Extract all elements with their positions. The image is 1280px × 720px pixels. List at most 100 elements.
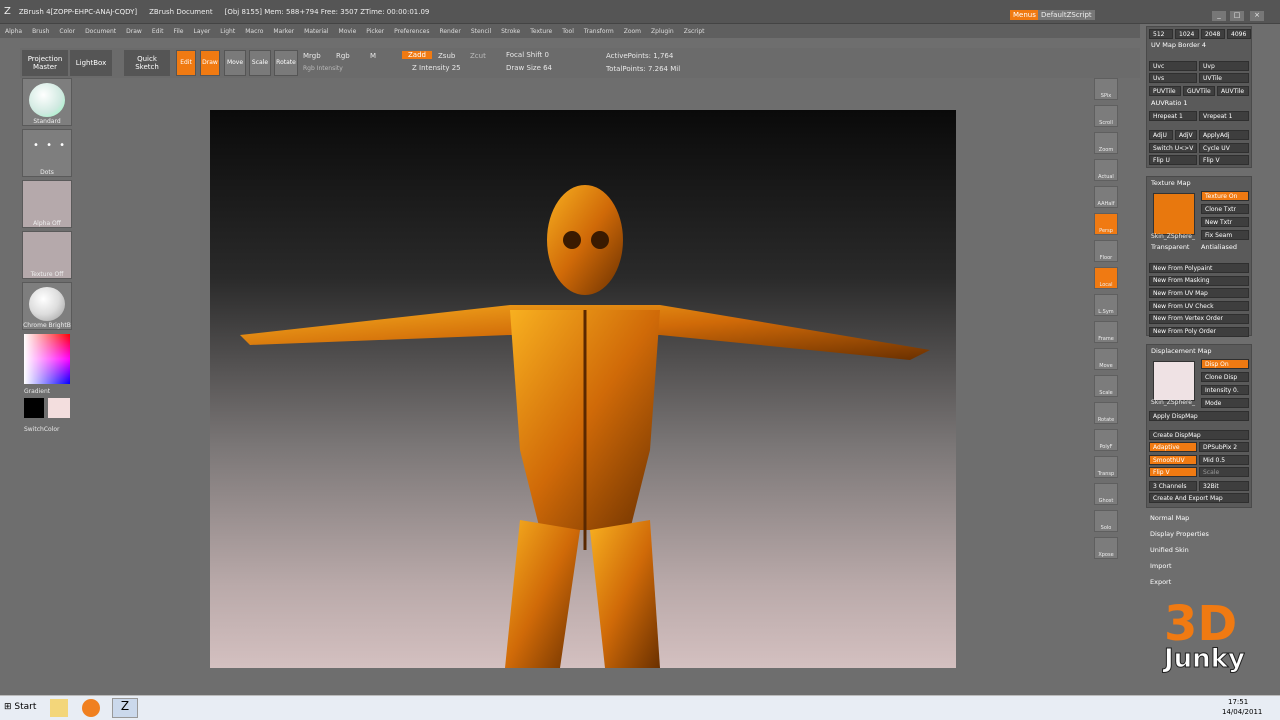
texture-on-button[interactable]: Texture On [1201,191,1249,201]
hrepeat-slider[interactable]: Hrepeat 1 [1149,111,1197,121]
mrgb-button[interactable]: Mrgb [303,52,321,60]
edit-button[interactable]: Edit [176,50,196,76]
dpsubpix-slider[interactable]: DPSubPix 2 [1199,442,1249,452]
close-icon[interactable]: × [1250,11,1264,21]
antialiased-button[interactable]: Antialiased [1201,243,1237,251]
rotate-button[interactable]: Rotate [274,50,298,76]
quick-sketch-button[interactable]: Quick Sketch [124,50,170,76]
uvp-button[interactable]: Uvp [1199,61,1249,71]
menu-texture[interactable]: Texture [530,28,552,35]
displacement-map-header[interactable]: Displacement Map [1151,347,1211,355]
subpanel-display-properties[interactable]: Display Properties [1150,530,1209,538]
menu-marker[interactable]: Marker [273,28,294,35]
auvratio-slider[interactable]: AUVRatio 1 [1151,99,1188,107]
draw-size-slider[interactable]: Draw Size 64 [506,64,552,72]
menu-layer[interactable]: Layer [194,28,211,35]
document-canvas[interactable] [210,110,956,668]
auvtile-button[interactable]: AUVTile [1217,86,1249,96]
z-intensity-slider[interactable]: Z Intensity 25 [412,64,461,72]
3-channels-button[interactable]: 3 Channels [1149,481,1197,491]
subpanel-import[interactable]: Import [1150,562,1172,570]
projection-master-button[interactable]: Projection Master [22,50,68,76]
32bit-button[interactable]: 32Bit [1199,481,1249,491]
flipv-button[interactable]: Flip V [1149,467,1197,477]
menu-light[interactable]: Light [220,28,235,35]
zcut-button[interactable]: Zcut [470,52,486,60]
explorer-icon[interactable] [50,699,68,717]
tool-scale[interactable]: Scale [1094,375,1118,397]
maximize-icon[interactable]: □ [1230,11,1244,21]
menu-preferences[interactable]: Preferences [394,28,429,35]
m-button[interactable]: M [370,52,376,60]
texture-new-from-masking[interactable]: New From Masking [1149,275,1249,286]
menu-material[interactable]: Material [304,28,328,35]
uvs-button[interactable]: Uvs [1149,73,1197,83]
menu-transform[interactable]: Transform [584,28,614,35]
stroke-dots-button[interactable]: • • • Dots [22,129,72,177]
menu-color[interactable]: Color [59,28,75,35]
scale-button[interactable]: Scale [249,50,271,76]
clone-disp-button[interactable]: Clone Disp [1201,372,1249,382]
smoothuv-button[interactable]: SmoothUV [1149,455,1197,465]
uv-map-border-slider[interactable]: UV Map Border 4 [1151,41,1206,49]
lightbox-button[interactable]: LightBox [70,50,112,76]
menu-draw[interactable]: Draw [126,28,142,35]
tool-scroll[interactable]: Scroll [1094,105,1118,127]
adju-slider[interactable]: AdjU [1149,130,1173,140]
tool-move[interactable]: Move [1094,348,1118,370]
menu-zplugin[interactable]: Zplugin [651,28,674,35]
draw-button[interactable]: Draw [200,50,220,76]
menu-file[interactable]: File [173,28,183,35]
texture-new-from-polypaint[interactable]: New From Polypaint [1149,263,1249,273]
uvc-button[interactable]: Uvc [1149,61,1197,71]
tool-floor[interactable]: Floor [1094,240,1118,262]
flip-v-button[interactable]: Flip V [1199,155,1249,165]
texture-button[interactable]: Texture Off [22,231,72,279]
uv-size-512[interactable]: 512 [1149,29,1173,39]
tool-actual[interactable]: Actual [1094,159,1118,181]
tool-polyf[interactable]: PolyF [1094,429,1118,451]
gradient-label[interactable]: Gradient [24,388,50,395]
tool-persp[interactable]: Persp [1094,213,1118,235]
tool-solo[interactable]: Solo [1094,510,1118,532]
menu-stencil[interactable]: Stencil [471,28,491,35]
tool-ghost[interactable]: Ghost [1094,483,1118,505]
disp-on-button[interactable]: Disp On [1201,359,1249,369]
menu-render[interactable]: Render [439,28,460,35]
tool-rotate[interactable]: Rotate [1094,402,1118,424]
menu-macro[interactable]: Macro [245,28,263,35]
intensity-slider[interactable]: Intensity 0. [1201,385,1249,395]
zbrush-task-icon[interactable]: Z [112,698,138,718]
uv-size-1024[interactable]: 1024 [1175,29,1199,39]
subpanel-export[interactable]: Export [1150,578,1171,586]
tool-aahalf[interactable]: AAHalf [1094,186,1118,208]
menu-alpha[interactable]: Alpha [5,28,22,35]
texture-new-from-uv-map[interactable]: New From UV Map [1149,288,1249,299]
texture-new-from-vertex-order[interactable]: New From Vertex Order [1149,313,1249,324]
puvtile-button[interactable]: PUVTile [1149,86,1181,96]
cycle-uv-button[interactable]: Cycle UV [1199,143,1249,153]
fix-seam-button[interactable]: Fix Seam [1201,230,1249,240]
rgb-button[interactable]: Rgb [336,52,350,60]
create-export-map-button[interactable]: Create And Export Map [1149,493,1249,503]
start-button[interactable]: ⊞ Start [4,702,36,712]
tool-local[interactable]: Local [1094,267,1118,289]
mode-button[interactable]: Mode [1201,398,1249,408]
vrepeat-slider[interactable]: Vrepeat 1 [1199,111,1249,121]
menu-stroke[interactable]: Stroke [501,28,520,35]
alpha-button[interactable]: Alpha Off [22,180,72,228]
clone-txtr-button[interactable]: Clone Txtr [1201,204,1249,214]
move-button[interactable]: Move [224,50,246,76]
switch-uv-button[interactable]: Switch U<>V [1149,143,1197,153]
switch-color-button[interactable]: SwitchColor [24,426,60,433]
subpanel-normal-map[interactable]: Normal Map [1150,514,1189,522]
texture-thumbnail[interactable] [1153,193,1195,235]
create-dispmap-button[interactable]: Create DispMap [1149,430,1249,440]
texture-map-header[interactable]: Texture Map [1151,179,1191,187]
tool-zoom[interactable]: Zoom [1094,132,1118,154]
focal-shift-slider[interactable]: Focal Shift 0 [506,51,549,59]
uvtile-button[interactable]: UVTile [1199,73,1249,83]
media-player-icon[interactable] [82,699,100,717]
tool-frame[interactable]: Frame [1094,321,1118,343]
tool-l-sym[interactable]: L.Sym [1094,294,1118,316]
